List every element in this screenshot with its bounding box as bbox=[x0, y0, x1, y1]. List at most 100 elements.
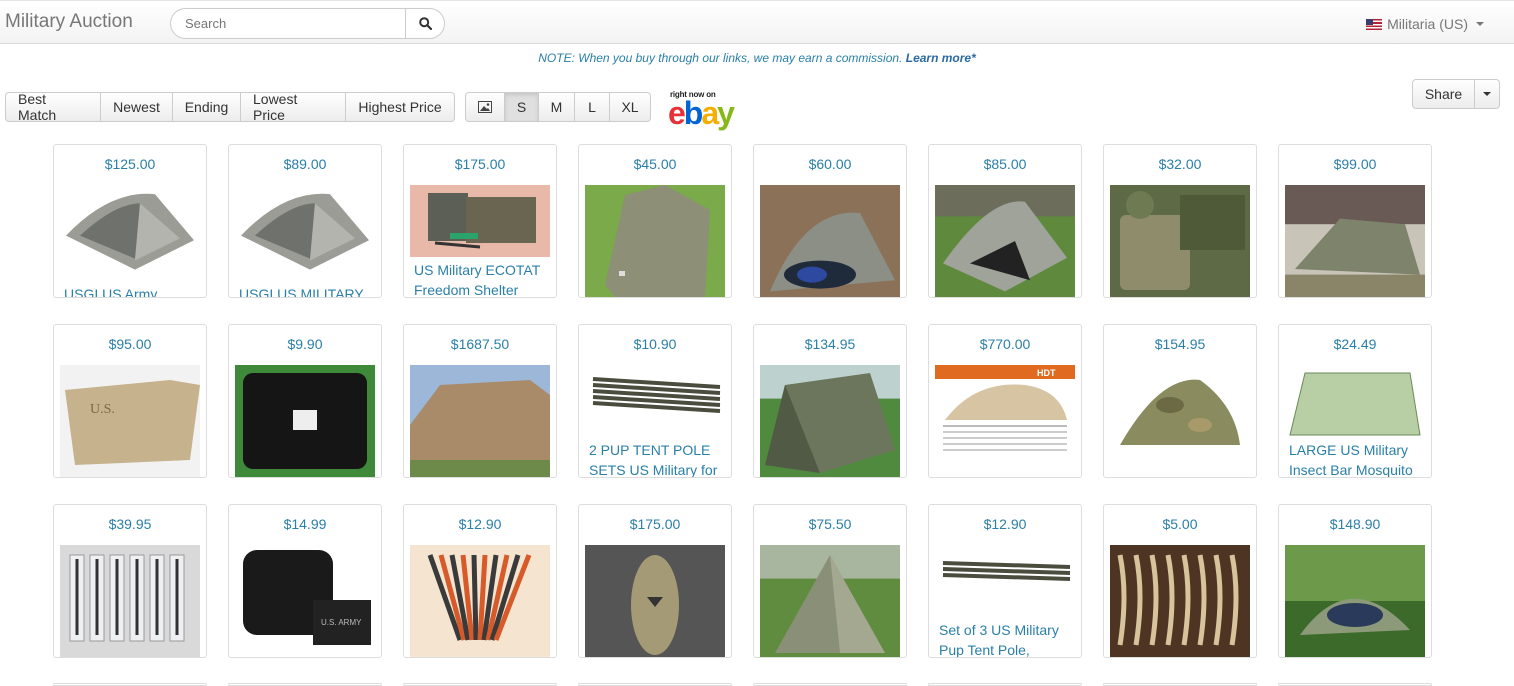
listing-price[interactable]: $9.90 bbox=[229, 336, 381, 352]
listing-thumbnail[interactable]: U.S. bbox=[60, 365, 200, 477]
caret-down-icon bbox=[1483, 92, 1491, 96]
listing-title[interactable]: Set of 3 US Military Pup Tent Pole, bbox=[939, 620, 1075, 657]
listing-thumbnail[interactable] bbox=[935, 545, 1075, 617]
listing-price[interactable]: $60.00 bbox=[754, 156, 906, 172]
listing-price[interactable]: $75.50 bbox=[754, 516, 906, 532]
listing-card[interactable]: $75.50 bbox=[753, 504, 907, 658]
listing-card[interactable]: $60.00 bbox=[753, 144, 907, 298]
size-xl-button[interactable]: XL bbox=[610, 92, 651, 122]
listing-thumbnail[interactable] bbox=[1285, 185, 1425, 297]
search-button[interactable] bbox=[405, 8, 445, 39]
ebay-wordmark: ebay bbox=[668, 95, 735, 131]
listing-price[interactable]: $89.00 bbox=[229, 156, 381, 172]
svg-text:U.S.: U.S. bbox=[90, 402, 115, 417]
ebay-logo[interactable]: right now on ebay bbox=[668, 90, 743, 130]
listing-title[interactable]: US Military ECOTAT Freedom Shelter bbox=[414, 260, 550, 297]
listing-thumbnail[interactable] bbox=[585, 545, 725, 657]
listing-title[interactable]: LARGE US Military Insect Bar Mosquito bbox=[1289, 440, 1425, 477]
image-view-button[interactable] bbox=[465, 92, 505, 122]
listing-card[interactable]: $5.00 bbox=[1103, 504, 1257, 658]
listing-price[interactable]: $14.99 bbox=[229, 516, 381, 532]
listing-card[interactable]: $39.95 bbox=[53, 504, 207, 658]
listing-thumbnail[interactable] bbox=[585, 365, 725, 437]
listing-price[interactable]: $85.00 bbox=[929, 156, 1081, 172]
listing-price[interactable]: $770.00 bbox=[929, 336, 1081, 352]
listing-thumbnail[interactable] bbox=[760, 365, 900, 477]
sort-lowest-price-button[interactable]: Lowest Price bbox=[241, 91, 346, 123]
listing-price[interactable]: $10.90 bbox=[579, 336, 731, 352]
listing-card[interactable]: $12.90 Set of 3 US Military Pup Tent Pole… bbox=[928, 504, 1082, 658]
listing-thumbnail[interactable] bbox=[935, 185, 1075, 297]
listing-thumbnail[interactable] bbox=[235, 365, 375, 477]
listing-thumbnail[interactable] bbox=[410, 185, 550, 257]
listing-thumbnail[interactable] bbox=[1110, 185, 1250, 297]
listing-price[interactable]: $95.00 bbox=[54, 336, 206, 352]
listing-card[interactable]: $89.00 USGI US MILITARY bbox=[228, 144, 382, 298]
sort-ending-button[interactable]: Ending bbox=[173, 92, 241, 122]
listing-price[interactable]: $175.00 bbox=[579, 516, 731, 532]
listing-card[interactable]: $24.49 LARGE US Military Insect Bar Mosqu… bbox=[1278, 324, 1432, 478]
listing-price[interactable]: $39.95 bbox=[54, 516, 206, 532]
listing-thumbnail[interactable] bbox=[1110, 545, 1250, 657]
listing-card[interactable]: $99.00 bbox=[1278, 144, 1432, 298]
listing-price[interactable]: $154.95 bbox=[1104, 336, 1256, 352]
listing-thumbnail[interactable] bbox=[760, 185, 900, 297]
listing-thumbnail[interactable] bbox=[1110, 365, 1250, 477]
listing-price[interactable]: $45.00 bbox=[579, 156, 731, 172]
share-button[interactable]: Share bbox=[1412, 79, 1475, 109]
sort-highest-price-button[interactable]: Highest Price bbox=[346, 92, 455, 122]
search-input[interactable] bbox=[170, 8, 406, 39]
listing-thumbnail[interactable] bbox=[1285, 545, 1425, 657]
listing-thumbnail[interactable] bbox=[1285, 365, 1425, 437]
listing-card[interactable]: $125.00 USGI US Army bbox=[53, 144, 207, 298]
listing-title[interactable]: 2 PUP TENT POLE SETS US Military for bbox=[589, 440, 725, 477]
listing-price[interactable]: $125.00 bbox=[54, 156, 206, 172]
listing-card[interactable]: $10.90 2 PUP TENT POLE SETS US Military f… bbox=[578, 324, 732, 478]
sort-best-match-button[interactable]: Best Match bbox=[5, 91, 101, 123]
listing-card[interactable]: $154.95 bbox=[1103, 324, 1257, 478]
listing-price[interactable]: $24.49 bbox=[1279, 336, 1431, 352]
listing-thumbnail[interactable]: U.S. ARMY bbox=[235, 545, 375, 657]
listing-thumbnail[interactable] bbox=[60, 545, 200, 657]
listing-card[interactable]: $175.00 US Military ECOTAT Freedom Shelte… bbox=[403, 144, 557, 298]
listing-title[interactable]: USGI US Army bbox=[64, 284, 200, 297]
listing-card[interactable]: $32.00 bbox=[1103, 144, 1257, 298]
listing-price[interactable]: $148.90 bbox=[1279, 516, 1431, 532]
listing-thumbnail[interactable] bbox=[410, 365, 550, 477]
listing-card[interactable]: $45.00 bbox=[578, 144, 732, 298]
share-dropdown-button[interactable] bbox=[1475, 79, 1500, 109]
listing-thumbnail[interactable] bbox=[410, 545, 550, 657]
listing-card[interactable]: $95.00 U.S. bbox=[53, 324, 207, 478]
size-s-button[interactable]: S bbox=[505, 92, 539, 122]
listing-price[interactable]: $175.00 bbox=[404, 156, 556, 172]
size-l-button[interactable]: L bbox=[575, 92, 610, 122]
listing-title[interactable]: USGI US MILITARY bbox=[239, 284, 375, 297]
listing-thumbnail[interactable] bbox=[235, 185, 375, 277]
listing-price[interactable]: $134.95 bbox=[754, 336, 906, 352]
listing-thumbnail[interactable]: HDT bbox=[935, 365, 1075, 477]
listing-card[interactable]: $85.00 bbox=[928, 144, 1082, 298]
listing-price[interactable]: $12.90 bbox=[929, 516, 1081, 532]
listing-price[interactable]: $99.00 bbox=[1279, 156, 1431, 172]
listing-card[interactable]: $134.95 bbox=[753, 324, 907, 478]
listing-card[interactable]: $148.90 bbox=[1278, 504, 1432, 658]
site-selector[interactable]: Militaria (US) bbox=[1366, 16, 1484, 32]
listing-card[interactable]: $12.90 bbox=[403, 504, 557, 658]
listing-card[interactable]: $9.90 bbox=[228, 324, 382, 478]
listing-card[interactable]: $1687.50 bbox=[403, 324, 557, 478]
listing-price[interactable]: $32.00 bbox=[1104, 156, 1256, 172]
listing-card[interactable]: $14.99 U.S. ARMY bbox=[228, 504, 382, 658]
listing-price[interactable]: $12.90 bbox=[404, 516, 556, 532]
listing-price[interactable]: $5.00 bbox=[1104, 516, 1256, 532]
listing-card[interactable]: $175.00 bbox=[578, 504, 732, 658]
listing-thumbnail[interactable] bbox=[585, 185, 725, 297]
listing-thumbnail[interactable] bbox=[760, 545, 900, 657]
site-brand[interactable]: Military Auction bbox=[5, 11, 133, 33]
listing-price[interactable]: $1687.50 bbox=[404, 336, 556, 352]
listing-card[interactable]: $770.00 HDT bbox=[928, 324, 1082, 478]
size-m-button[interactable]: M bbox=[539, 92, 575, 122]
image-icon bbox=[478, 101, 492, 113]
sort-newest-button[interactable]: Newest bbox=[101, 92, 173, 122]
listing-thumbnail[interactable] bbox=[60, 185, 200, 277]
learn-more-link[interactable]: Learn more* bbox=[906, 51, 976, 65]
